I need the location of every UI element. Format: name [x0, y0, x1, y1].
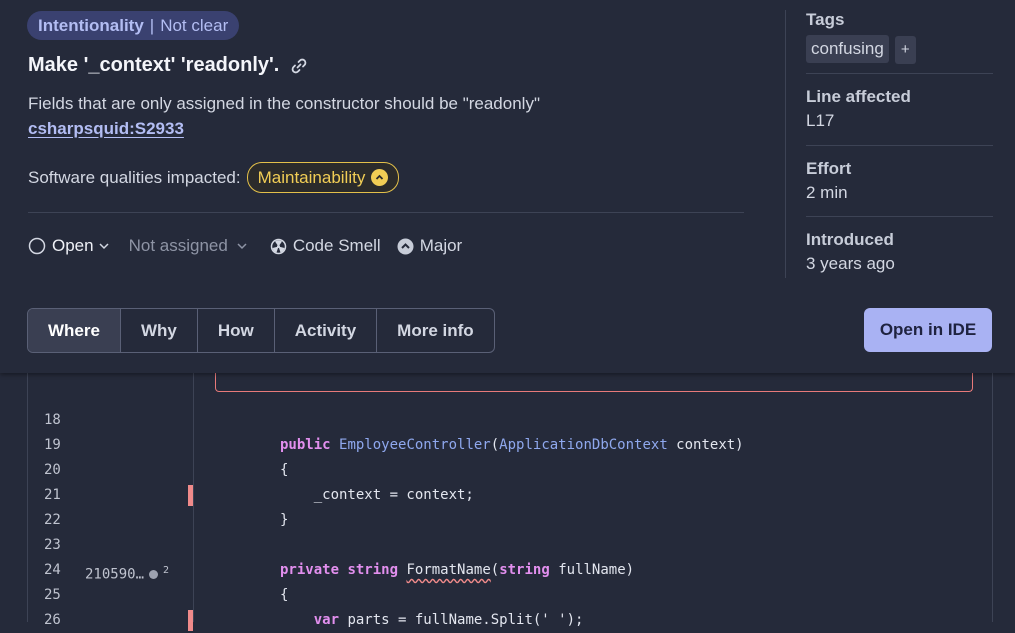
severity-label: Major [419, 236, 463, 255]
code-line: 25 { [28, 583, 992, 608]
code-viewer: 18 19 public EmployeeController(Applicat… [27, 363, 993, 631]
issue-type: Code Smell [270, 236, 381, 256]
code-text: var parts = fullName.Split(' '); [313, 612, 584, 628]
permalink-icon[interactable] [289, 56, 309, 76]
code-line: 22 } [28, 508, 992, 533]
assignee-dropdown[interactable]: Not assigned [129, 236, 248, 256]
qualities-label: Software qualities impacted: [28, 167, 241, 187]
clean-code-attribute-badge: Intentionality | Not clear [27, 11, 240, 40]
effort-section: Effort 2 min [806, 159, 993, 203]
major-severity-icon [397, 238, 414, 255]
divider [806, 216, 993, 217]
line-number: 23 [44, 537, 61, 553]
issue-line-marker [188, 485, 193, 506]
issue-sidebar: Tags confusing + Line affected L17 Effort… [785, 10, 993, 278]
tags-section: Tags confusing + [806, 10, 993, 64]
issue-header: Intentionality | Not clear Make '_contex… [0, 0, 1015, 373]
issue-type-label: Code Smell [292, 236, 381, 255]
severity: Major [397, 236, 463, 256]
open-in-ide-button[interactable]: Open in IDE [864, 308, 992, 352]
quality-label: Maintainability [257, 167, 366, 187]
code-line: 20 { [28, 458, 992, 483]
rule-key-link[interactable]: csharpsquid:S2933 [28, 119, 184, 139]
divider [28, 212, 744, 213]
issue-line-marker [188, 610, 193, 631]
line-number: 19 [44, 437, 61, 453]
line-number: 22 [44, 512, 61, 528]
software-qualities: Software qualities impacted: Maintainabi… [28, 162, 400, 193]
code-text: private string FormatName(string fullNam… [280, 562, 635, 578]
line-number: 25 [44, 587, 61, 603]
status-dropdown[interactable]: Open [28, 236, 110, 256]
introduced-value: 3 years ago [806, 254, 895, 273]
code-smell-icon [270, 238, 287, 255]
introduced-section: Introduced 3 years ago [806, 230, 993, 274]
code-line: 24 210590… 2 private string FormatName(st… [28, 558, 992, 583]
line-number: 26 [44, 612, 61, 628]
code-line: 19 public EmployeeController(Application… [28, 433, 992, 458]
commit-dot-icon [149, 570, 159, 580]
code-text: public EmployeeController(ApplicationDbC… [280, 437, 744, 453]
issue-tabs: Where Why How Activity More info [27, 308, 495, 353]
issue-title: Make '_context' 'readonly'. [28, 54, 309, 77]
effort-label: Effort [806, 159, 852, 178]
divider [806, 73, 993, 74]
code-text: { [280, 587, 289, 603]
line-affected-section: Line affected L17 [806, 87, 993, 131]
tab-where[interactable]: Where [28, 309, 120, 352]
code-line: 26 var parts = fullName.Split(' '); [28, 608, 992, 633]
chevron-down-icon [236, 240, 248, 252]
line-number: 20 [44, 462, 61, 478]
code-text: { [280, 462, 289, 478]
maintainability-pill[interactable]: Maintainability [246, 162, 400, 193]
line-affected-label: Line affected [806, 87, 911, 106]
code-line: 21 _context = context; [28, 483, 992, 508]
secondary-issue-location: FormatName [406, 562, 491, 578]
tag-chip[interactable]: confusing [806, 35, 889, 63]
add-tag-button[interactable]: + [894, 35, 916, 64]
code-text: _context = context; [280, 487, 474, 503]
effort-value: 2 min [806, 183, 848, 202]
tags-label: Tags [806, 10, 845, 29]
status-label: Open [52, 236, 94, 255]
rule-description: Fields that are only assigned in the con… [28, 94, 540, 113]
line-affected-value: L17 [806, 111, 835, 130]
code-text: } [280, 512, 289, 528]
attribute-detail: Not clear [160, 15, 229, 35]
code-line: 23 [28, 533, 992, 558]
tab-more-info[interactable]: More info [376, 309, 494, 352]
tab-why[interactable]: Why [119, 309, 197, 352]
severity-up-icon [371, 169, 389, 186]
line-number: 21 [44, 487, 61, 503]
introduced-label: Introduced [806, 230, 894, 249]
line-number: 18 [44, 412, 61, 428]
divider [806, 145, 993, 146]
tab-how[interactable]: How [196, 309, 274, 352]
attribute-separator: | [149, 15, 155, 35]
issue-title-text: Make '_context' 'readonly'. [28, 54, 280, 76]
issue-meta-bar: Open Not assigned Code Smell Major [28, 236, 462, 256]
open-status-icon [28, 237, 46, 255]
line-number: 24 [44, 562, 61, 578]
code-line: 18 [28, 408, 992, 433]
attribute-category: Intentionality [38, 15, 144, 35]
assignee-label: Not assigned [128, 236, 228, 255]
chevron-down-icon [98, 240, 110, 252]
tab-activity[interactable]: Activity [273, 309, 376, 352]
